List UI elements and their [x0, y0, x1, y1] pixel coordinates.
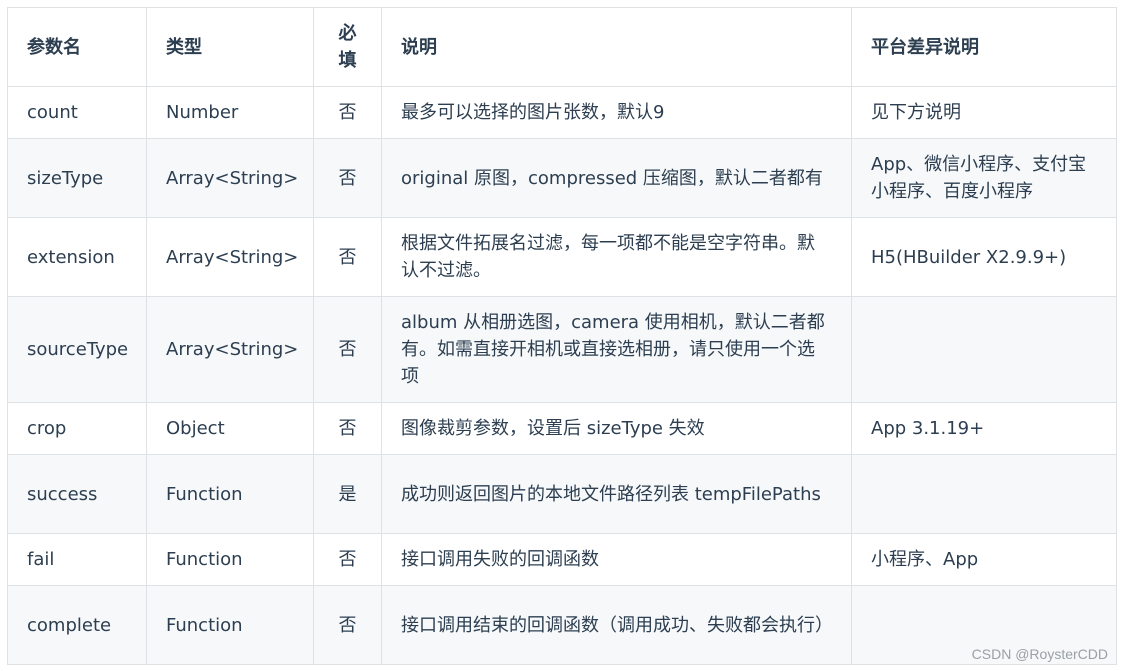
- cell-description: album 从相册选图，camera 使用相机，默认二者都有。如需直接开相机或直…: [381, 296, 852, 403]
- cell-description: 最多可以选择的图片张数，默认9: [381, 86, 852, 139]
- cell-required: 否: [313, 138, 382, 218]
- cell-required: 否: [313, 86, 382, 139]
- header-required-line2: 填: [338, 50, 357, 71]
- table-row: sizeType Array<String> 否 original 原图，com…: [7, 138, 1117, 218]
- cell-required: 否: [313, 533, 382, 586]
- cell-description: 图像裁剪参数，设置后 sizeType 失效: [381, 402, 852, 455]
- cell-name: success: [7, 454, 147, 534]
- cell-platform: [851, 296, 1117, 403]
- table-row: crop Object 否 图像裁剪参数，设置后 sizeType 失效 App…: [7, 402, 1117, 455]
- cell-required: 否: [313, 402, 382, 455]
- cell-name: count: [7, 86, 147, 139]
- cell-platform: H5(HBuilder X2.9.9+): [851, 217, 1117, 297]
- cell-description: 接口调用失败的回调函数: [381, 533, 852, 586]
- cell-description: 接口调用结束的回调函数（调用成功、失败都会执行）: [381, 585, 852, 665]
- table-row: complete Function 否 接口调用结束的回调函数（调用成功、失败都…: [7, 585, 1117, 665]
- cell-name: sourceType: [7, 296, 147, 403]
- cell-description: original 原图，compressed 压缩图，默认二者都有: [381, 138, 852, 218]
- header-type: 类型: [146, 7, 314, 87]
- cell-type: Array<String>: [146, 296, 314, 403]
- table-row: count Number 否 最多可以选择的图片张数，默认9 见下方说明: [7, 86, 1117, 139]
- cell-name: complete: [7, 585, 147, 665]
- cell-type: Object: [146, 402, 314, 455]
- cell-type: Number: [146, 86, 314, 139]
- header-required: 必填: [313, 7, 382, 87]
- cell-type: Function: [146, 533, 314, 586]
- cell-type: Array<String>: [146, 138, 314, 218]
- cell-platform: 小程序、App: [851, 533, 1117, 586]
- cell-platform: 见下方说明: [851, 86, 1117, 139]
- watermark: CSDN @RoysterCDD: [971, 646, 1108, 662]
- cell-description: 根据文件拓展名过滤，每一项都不能是空字符串。默认不过滤。: [381, 217, 852, 297]
- cell-platform: App、微信小程序、支付宝小程序、百度小程序: [851, 138, 1117, 218]
- cell-platform: [851, 454, 1117, 534]
- table-row: success Function 是 成功则返回图片的本地文件路径列表 temp…: [7, 454, 1117, 534]
- cell-type: Function: [146, 585, 314, 665]
- cell-name: sizeType: [7, 138, 147, 218]
- cell-type: Function: [146, 454, 314, 534]
- header-name: 参数名: [7, 7, 147, 87]
- header-description: 说明: [381, 7, 852, 87]
- params-table: 参数名 类型 必填 说明 平台差异说明 count Number 否 最多可以选…: [7, 7, 1117, 665]
- cell-required: 是: [313, 454, 382, 534]
- table-row: fail Function 否 接口调用失败的回调函数 小程序、App: [7, 533, 1117, 586]
- cell-type: Array<String>: [146, 217, 314, 297]
- cell-name: extension: [7, 217, 147, 297]
- cell-description: 成功则返回图片的本地文件路径列表 tempFilePaths: [381, 454, 852, 534]
- cell-name: crop: [7, 402, 147, 455]
- cell-platform: App 3.1.19+: [851, 402, 1117, 455]
- cell-required: 否: [313, 296, 382, 403]
- cell-required: 否: [313, 217, 382, 297]
- table-header-row: 参数名 类型 必填 说明 平台差异说明: [7, 7, 1117, 87]
- cell-name: fail: [7, 533, 147, 586]
- header-required-line1: 必: [338, 23, 357, 44]
- table-row: extension Array<String> 否 根据文件拓展名过滤，每一项都…: [7, 217, 1117, 297]
- table-row: sourceType Array<String> 否 album 从相册选图，c…: [7, 296, 1117, 403]
- cell-required: 否: [313, 585, 382, 665]
- header-platform: 平台差异说明: [851, 7, 1117, 87]
